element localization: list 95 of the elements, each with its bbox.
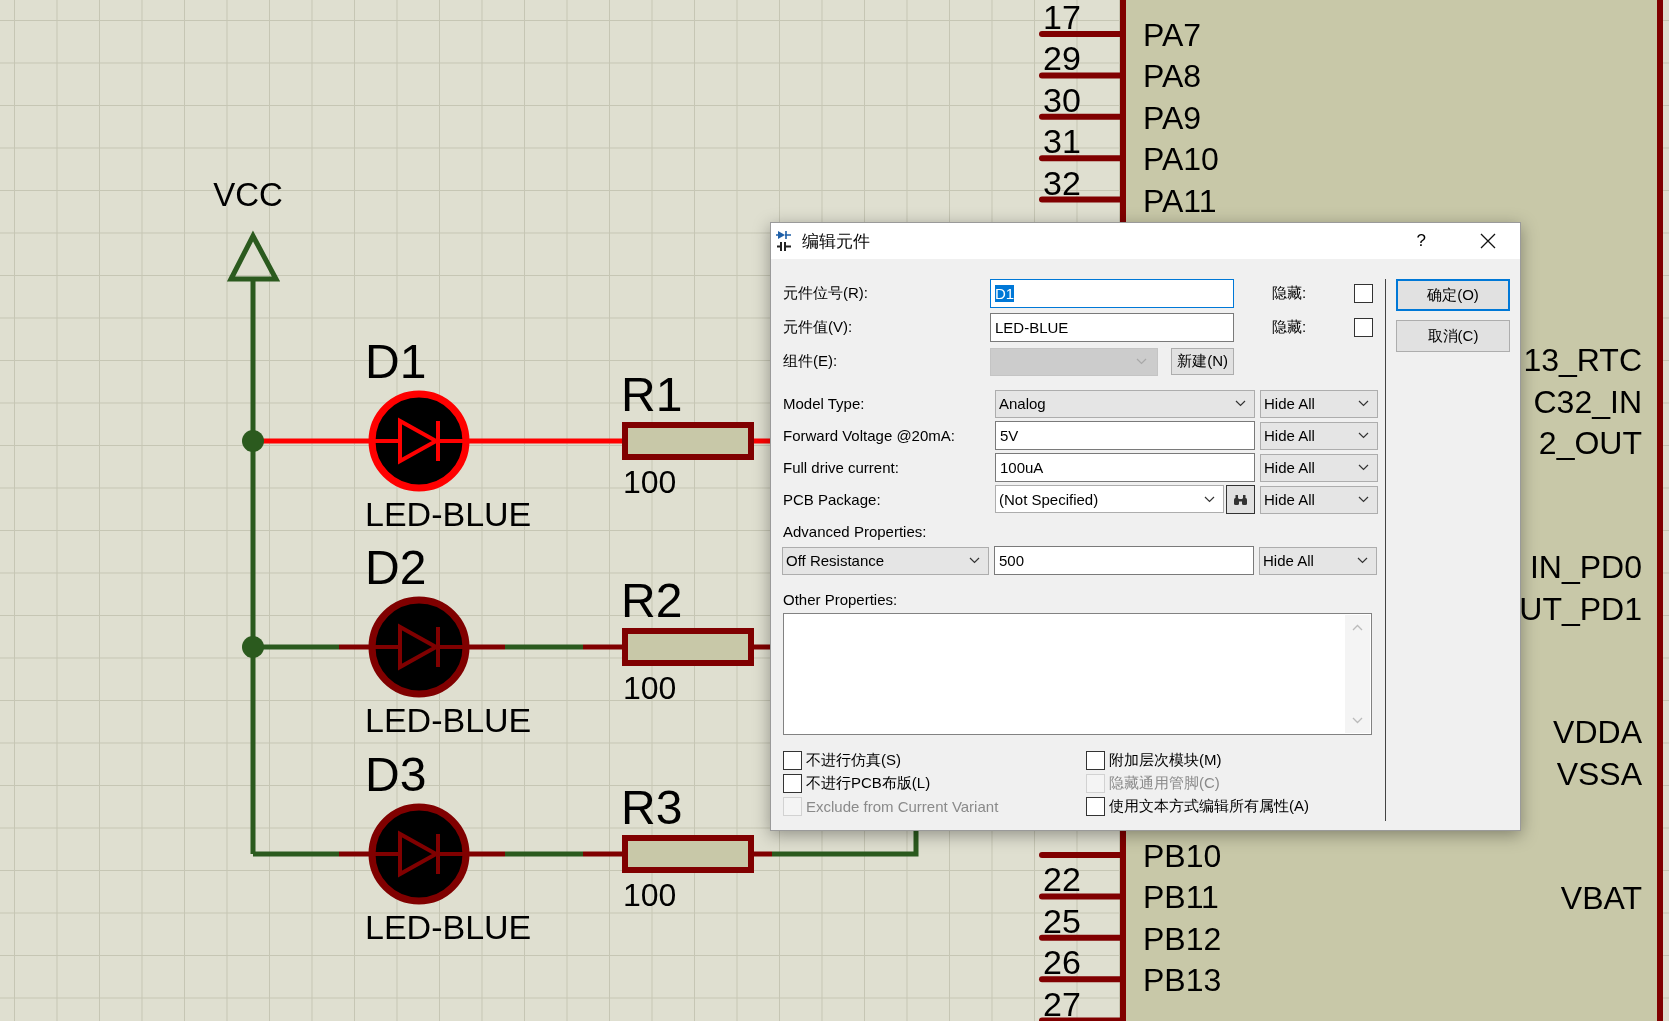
option-label: 使用文本方式编辑所有属性(A) xyxy=(1109,797,1309,816)
component-label: R1 xyxy=(621,368,683,421)
pin-label: VSSA xyxy=(1556,756,1642,792)
pin-label: PA7 xyxy=(1143,17,1202,53)
component-label: D1 xyxy=(365,335,427,388)
pin-label: PB12 xyxy=(1143,920,1222,957)
pin-number: 31 xyxy=(1043,122,1081,161)
pin-label: PB11 xyxy=(1143,879,1219,916)
chevron-down-icon xyxy=(1204,495,1215,503)
checkbox[interactable] xyxy=(1086,797,1105,816)
text-field[interactable]: 5V xyxy=(995,421,1255,450)
option-label: 隐藏通用管脚(C) xyxy=(1109,774,1220,793)
junction-dot xyxy=(242,430,264,452)
visibility-dropdown[interactable]: Hide All xyxy=(1260,421,1378,450)
option-label: 不进行PCB布版(L) xyxy=(806,774,931,793)
window-title: 编辑元件 xyxy=(802,230,871,253)
text-field[interactable]: LED-BLUE xyxy=(990,313,1234,342)
pin-number: 22 xyxy=(1043,860,1081,899)
pin-label: 13_RTC xyxy=(1523,342,1642,378)
checkbox[interactable] xyxy=(1086,751,1105,770)
chevron-down-icon xyxy=(969,557,980,564)
pin-label: IN_PD0 xyxy=(1529,549,1642,585)
pin-label: VBAT xyxy=(1560,880,1642,916)
browse-button[interactable] xyxy=(1226,485,1255,514)
pin-label: UT_PD1 xyxy=(1519,591,1642,627)
chevron-down-icon xyxy=(1235,400,1246,407)
option-label: 附加层次模块(M) xyxy=(1109,751,1222,770)
hide-checkbox[interactable] xyxy=(1354,318,1373,337)
component-value: 100 xyxy=(623,877,677,913)
component-value: LED-BLUE xyxy=(365,908,532,946)
visibility-dropdown[interactable]: Hide All xyxy=(1260,389,1378,418)
pin-number: 27 xyxy=(1043,984,1081,1021)
dialog-button[interactable]: 取消(C) xyxy=(1396,320,1510,352)
pin-label: PA10 xyxy=(1143,141,1219,178)
chevron-down-icon xyxy=(1357,557,1368,564)
power-arrow xyxy=(226,230,281,282)
pin-number: 17 xyxy=(1043,0,1081,36)
property-dropdown[interactable]: Off Resistance xyxy=(782,546,989,575)
visibility-dropdown[interactable]: Hide All xyxy=(1260,485,1378,514)
pin-label: PA11 xyxy=(1143,182,1217,219)
component-label: D2 xyxy=(365,541,427,594)
pin-number: 32 xyxy=(1043,163,1081,202)
hide-label: 隐藏: xyxy=(1272,284,1307,303)
visibility-dropdown[interactable]: Hide All xyxy=(1260,453,1378,482)
power-label: VCC xyxy=(213,176,283,213)
text-field[interactable]: D1 xyxy=(990,279,1234,308)
package-dropdown[interactable]: (Not Specified) xyxy=(995,485,1224,513)
field-label: 元件值(V): xyxy=(783,318,854,337)
chevron-down-icon xyxy=(1358,400,1369,407)
section-label: Advanced Properties: xyxy=(783,523,927,541)
pin-number: 30 xyxy=(1043,80,1081,119)
option-label: Exclude from Current Variant xyxy=(806,798,999,815)
hide-label: 隐藏: xyxy=(1272,318,1307,337)
component-label: D3 xyxy=(365,748,427,801)
text-field[interactable]: 100uA xyxy=(995,453,1255,482)
property-label: Full drive current: xyxy=(783,459,900,476)
junction-dot xyxy=(242,636,264,658)
option-label: 不进行仿真(S) xyxy=(806,751,901,770)
component-value: 100 xyxy=(623,464,677,500)
pin-label: C32_IN xyxy=(1533,384,1642,420)
pin-number: 29 xyxy=(1043,39,1081,78)
component-value: 100 xyxy=(623,670,677,706)
property-label: Model Type: xyxy=(783,395,866,412)
chevron-down-icon xyxy=(1358,432,1369,439)
component-value: LED-BLUE xyxy=(365,701,532,739)
chevron-down-icon xyxy=(1358,496,1369,503)
pin-number: 25 xyxy=(1043,901,1081,940)
dialog-button[interactable]: 确定(O) xyxy=(1396,279,1510,311)
property-label: Forward Voltage @20mA: xyxy=(783,427,956,444)
pin-number: 26 xyxy=(1043,943,1081,982)
component-label: R3 xyxy=(621,781,683,834)
pin-label: VDDA xyxy=(1553,714,1642,750)
chevron-down-icon xyxy=(1358,464,1369,471)
component-label: R2 xyxy=(621,574,683,627)
checkbox[interactable] xyxy=(783,751,802,770)
checkbox[interactable] xyxy=(783,774,802,793)
pin-label: PB10 xyxy=(1143,838,1222,874)
field-label: 元件位号(R): xyxy=(783,284,869,303)
field-label: 组件(E): xyxy=(783,352,839,371)
section-label: Other Properties: xyxy=(783,591,898,609)
pin-label: PB13 xyxy=(1143,962,1222,999)
help-button[interactable]: ? xyxy=(1416,231,1426,251)
pin-label: PA8 xyxy=(1143,58,1202,95)
text-field[interactable]: 500 xyxy=(994,546,1254,575)
hide-checkbox[interactable] xyxy=(1354,284,1373,303)
component-value: LED-BLUE xyxy=(365,495,532,533)
chevron-down-icon xyxy=(1136,358,1148,365)
visibility-dropdown[interactable]: Hide All xyxy=(1259,546,1377,575)
property-dropdown[interactable]: Analog xyxy=(995,389,1255,418)
close-icon[interactable] xyxy=(1480,233,1496,249)
property-label: PCB Package: xyxy=(783,491,882,508)
binoculars-icon xyxy=(1233,493,1248,506)
pin-label: 2_OUT xyxy=(1538,425,1642,461)
pin-label: PA9 xyxy=(1143,99,1202,136)
component-icon xyxy=(776,230,794,252)
